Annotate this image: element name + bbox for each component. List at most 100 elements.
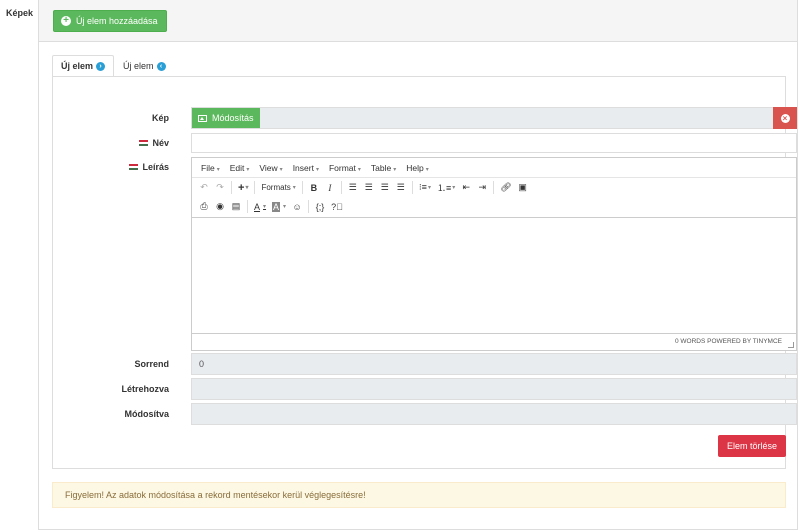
align-left-icon[interactable]: ☰ [345,180,361,196]
italic-icon[interactable]: I [322,180,338,196]
insert-plus-icon[interactable]: + ▾ [235,180,251,196]
caret-down-icon: ▾ [357,166,361,173]
modositva-label-text: Módosítva [124,409,169,419]
menu-table[interactable]: Table ▾ [366,163,401,173]
letrehozva-label: Létrehozva [121,384,169,394]
menu-edit-label: Edit [229,162,245,173]
sorrend-label-text: Sorrend [134,359,169,369]
undo-icon[interactable]: ↶ [196,180,212,196]
emoticon-icon[interactable]: ☺ [289,199,305,215]
redo-icon[interactable]: ↷ [212,180,228,196]
tab-label: Új elem [123,61,154,71]
tab-new-item-1[interactable]: Új elem › [52,55,115,77]
leiras-label: Leírás [129,162,169,172]
sorrend-label: Sorrend [134,359,169,369]
toolbar-divider [247,200,248,213]
nev-label: Név [139,138,169,148]
warning-alert-text: Figyelem! Az adatok módosítása a rekord … [65,490,366,500]
delete-item-button[interactable]: Elem törlése [717,435,786,457]
menu-table-label: Table [370,162,392,173]
hungarian-flag-icon [129,164,139,170]
menu-file[interactable]: File ▾ [196,163,225,173]
menu-insert-label: Insert [292,162,314,173]
editor-toolbar-1: ↶ ↷ + ▾ Formats ▾ B I ☰ ☰ ☰ ☰ ⁝≡ ▾ ⒈≡ ▾ ⇤ ⇥ [192,178,796,197]
editor-toolbar-2: ⎙ ◉ ▤ A ▾ A ▾ ☺ {;} ?⃝ [192,197,796,216]
formats-dropdown[interactable]: Formats ▾ [258,180,298,196]
order-field: 0 [191,353,797,375]
editor-statusbar: 0 WORDS POWERED BY TINYMCE [192,333,796,350]
editor-menubar: File ▾ Edit ▾ View ▾ Insert ▾ Format ▾ Table ▾… [192,158,796,178]
align-right-icon[interactable]: ☰ [377,180,393,196]
code-sample-icon[interactable]: {;} [312,199,328,215]
menu-format[interactable]: Format ▾ [324,163,366,173]
numbered-list-icon[interactable]: ⒈≡ ▾ [434,180,458,196]
tab-new-item-2[interactable]: Új elem ‹ [114,55,175,77]
close-icon: × [780,113,790,123]
panel-header: + Új elem hozzáadása [39,0,797,42]
toolbar-divider [308,200,310,213]
link-icon[interactable]: 🔗︎ [497,180,514,196]
image-field: Módosítás × [191,107,797,129]
item-tabs: Új elem › Új elem ‹ [52,55,175,77]
indent-icon[interactable]: ⇥ [474,180,490,196]
kep-label: Kép [152,113,169,123]
toolbar-divider [254,181,256,194]
help-icon[interactable]: ?⃝ [328,199,346,215]
plus-circle-icon: + [61,16,71,26]
preview-eye-icon[interactable]: ◉ [212,199,228,215]
text-color-icon[interactable]: A ▾ [251,199,269,215]
bold-icon[interactable]: B [306,180,322,196]
editor-content-area[interactable] [192,217,796,334]
nev-label-text: Név [152,138,169,148]
caret-down-icon: ▾ [393,166,397,173]
menu-edit[interactable]: Edit ▾ [225,163,255,173]
bullet-list-icon[interactable]: ⁝≡ ▾ [416,180,434,196]
chevron-right-icon: › [96,61,106,71]
align-justify-icon[interactable]: ☰ [393,180,409,196]
caret-down-icon: ▾ [279,166,283,173]
menu-view[interactable]: View ▾ [254,163,287,173]
menu-file-label: File [201,162,215,173]
section-label: Képek [6,8,34,18]
menu-insert[interactable]: Insert ▾ [288,163,324,173]
media-icon[interactable]: ▤ [228,199,244,215]
editor-status-text: 0 WORDS POWERED BY TINYMCE [674,338,782,345]
toolbar-divider [411,181,413,194]
outdent-icon[interactable]: ⇤ [458,180,474,196]
toolbar-divider [340,181,342,194]
insert-image-icon[interactable]: ▣ [515,180,531,196]
caret-down-icon: ▾ [425,166,429,173]
remove-image-button[interactable]: × [773,107,797,129]
menu-format-label: Format [328,162,356,173]
add-new-item-label: Új elem hozzáadása [76,16,158,26]
resize-handle-icon[interactable] [788,342,794,348]
image-icon [198,114,207,122]
created-field [191,378,797,400]
name-input[interactable] [191,133,797,153]
caret-down-icon: ▾ [315,166,319,173]
background-color-icon[interactable]: A ▾ [269,199,289,215]
toolbar-divider [301,181,303,194]
tab-content: Kép Módosítás × Név Leírás File ▾ Edit ▾ V… [52,76,797,469]
warning-alert: Figyelem! Az adatok módosítása a rekord … [52,482,786,508]
kep-label-text: Kép [151,113,169,123]
images-panel: + Új elem hozzáadása Új elem › Új elem ‹… [38,0,798,530]
formats-label: Formats [261,183,291,192]
modified-field [191,403,797,425]
caret-down-icon: ▾ [246,166,250,173]
modify-image-label: Módosítás [212,113,254,123]
letrehozva-label-text: Létrehozva [121,384,169,394]
align-center-icon[interactable]: ☰ [361,180,377,196]
chevron-left-icon: ‹ [156,61,166,71]
menu-help-label: Help [406,162,424,173]
modify-image-button[interactable]: Módosítás [192,108,260,128]
caret-down-icon: ▾ [216,166,220,173]
add-new-item-button[interactable]: + Új elem hozzáadása [53,10,167,32]
leiras-label-text: Leírás [142,162,169,172]
hungarian-flag-icon [139,140,149,146]
modositva-label: Módosítva [124,409,169,419]
menu-view-label: View [259,162,278,173]
print-icon[interactable]: ⎙ [196,199,212,215]
menu-help[interactable]: Help ▾ [401,163,434,173]
toolbar-divider [231,181,232,194]
